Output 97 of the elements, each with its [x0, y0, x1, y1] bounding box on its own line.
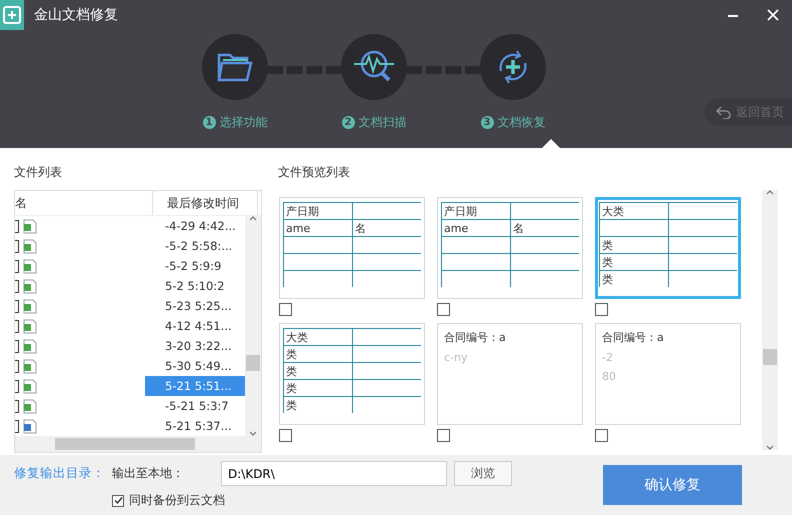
preview-text: c-ny: [444, 351, 468, 364]
card-checkbox[interactable]: [595, 303, 608, 316]
modified-time[interactable]: 3-20 3:22...: [145, 336, 245, 356]
scrollbar[interactable]: [762, 190, 778, 450]
scroll-up-icon[interactable]: [249, 216, 257, 221]
preview-text: 大类: [286, 330, 308, 344]
panel-title: 文件预览列表: [278, 164, 351, 181]
app-logo-icon: [0, 0, 24, 30]
row-checkbox[interactable]: [15, 280, 19, 292]
step-number: 1: [202, 116, 216, 129]
backup-label: 同时备份到云文档: [129, 492, 225, 509]
row-checkbox[interactable]: [15, 240, 19, 252]
preview-text: 合同编号：a: [602, 330, 665, 345]
backup-checkbox[interactable]: [112, 494, 124, 506]
preview-text: 合同编号：a: [444, 330, 507, 345]
preview-text: ame: [286, 222, 310, 234]
scroll-thumb[interactable]: [55, 438, 195, 450]
row-checkbox[interactable]: [15, 260, 19, 272]
card-checkbox[interactable]: [437, 303, 450, 316]
step-label: 文档扫描: [358, 114, 406, 131]
preview-text: 类: [602, 256, 613, 268]
preview-text: 大类: [602, 204, 624, 218]
scroll-down-icon[interactable]: [249, 431, 257, 436]
column-header[interactable]: 名: [15, 191, 153, 215]
sheet-file-icon: [23, 398, 37, 414]
scroll-thumb[interactable]: [246, 355, 260, 371]
output-label: 修复输出目录：: [14, 465, 106, 482]
preview-text: 产日期: [286, 204, 319, 218]
path-field[interactable]: D:\KDR\: [221, 461, 447, 486]
modified-time[interactable]: 5-30 5:49...: [145, 356, 245, 376]
sheet-file-icon: [23, 298, 37, 314]
window-title: 金山文档修复: [34, 6, 118, 24]
preview-text: 80: [602, 370, 617, 383]
word-file-icon: [23, 418, 37, 434]
row-checkbox[interactable]: [15, 320, 19, 332]
preview-card[interactable]: 产日期 ame 名: [279, 197, 425, 299]
row-checkbox[interactable]: [15, 300, 19, 312]
row-checkbox[interactable]: [15, 220, 19, 232]
preview-card[interactable]: 合同编号：a c-ny: [437, 323, 583, 425]
step-number: 2: [342, 116, 354, 129]
modified-time[interactable]: -5-21 5:3:7: [145, 396, 245, 416]
preview-text: 名: [512, 222, 524, 234]
modified-time[interactable]: -5-2 5:9:9: [145, 256, 245, 276]
card-checkbox[interactable]: [437, 429, 450, 442]
panel-title: 文件列表: [14, 164, 63, 181]
preview-card[interactable]: 合同编号：a -2 80: [595, 323, 741, 425]
card-checkbox[interactable]: [279, 429, 292, 442]
modified-time[interactable]: 5-21 5:37...: [145, 416, 245, 436]
preview-text: ame: [444, 222, 468, 234]
preview-text: 类: [286, 382, 297, 394]
close-icon[interactable]: [766, 8, 780, 22]
sheet-file-icon: [23, 358, 37, 374]
scrollbar[interactable]: [245, 216, 261, 436]
preview-card[interactable]: 大类 类 类 类: [595, 197, 741, 299]
browse-button[interactable]: 浏览: [454, 461, 512, 486]
row-checkbox[interactable]: [15, 400, 19, 412]
step-number: 3: [480, 116, 494, 129]
sheet-file-icon: [23, 278, 37, 294]
row-checkbox[interactable]: [15, 340, 19, 352]
horizontal-scrollbar[interactable]: [15, 436, 261, 452]
column-header[interactable]: 最后修改时间: [153, 191, 258, 215]
row-checkbox[interactable]: [15, 420, 19, 432]
modified-time[interactable]: -5-2 5:58:...: [145, 236, 245, 256]
preview-text: 类: [286, 398, 297, 412]
preview-text: 类: [286, 364, 297, 378]
return-arrow-icon: [716, 105, 732, 119]
sheet-file-icon: [23, 318, 37, 334]
step-label: 文档恢复: [498, 114, 546, 131]
scroll-up-icon[interactable]: [766, 190, 774, 195]
preview-text: 名: [354, 222, 366, 234]
sheet-file-icon: [23, 218, 37, 234]
preview-text: 产日期: [444, 204, 477, 218]
step-label: 选择功能: [220, 114, 268, 131]
pointer-marker: [542, 139, 560, 148]
sheet-file-icon: [23, 238, 37, 254]
folder-icon: [217, 52, 253, 82]
modified-time[interactable]: 4-12 4:51...: [145, 316, 245, 336]
local-label: 输出至本地：: [112, 465, 185, 482]
preview-text: 类: [602, 238, 613, 252]
preview-text: 类: [286, 348, 297, 360]
row-checkbox[interactable]: [15, 360, 19, 372]
sheet-file-icon: [23, 378, 37, 394]
modified-time[interactable]: -4-29 4:42...: [145, 216, 245, 236]
scroll-down-icon[interactable]: [766, 445, 774, 450]
modified-time[interactable]: 5-23 5:25...: [145, 296, 245, 316]
preview-card[interactable]: 大类 类 类 类 类: [279, 323, 425, 425]
sheet-file-icon: [23, 258, 37, 274]
preview-text: -2: [602, 351, 614, 364]
card-checkbox[interactable]: [279, 303, 292, 316]
preview-card[interactable]: 产日期 ame 名: [437, 197, 583, 299]
card-checkbox[interactable]: [595, 429, 608, 442]
modified-time[interactable]: 5-2 5:10:2: [145, 276, 245, 296]
sheet-file-icon: [23, 338, 37, 354]
scroll-thumb[interactable]: [763, 349, 777, 365]
confirm-repair-button[interactable]: 确认修复: [603, 465, 742, 505]
row-checkbox[interactable]: [15, 380, 19, 392]
preview-text: 类: [602, 272, 613, 286]
